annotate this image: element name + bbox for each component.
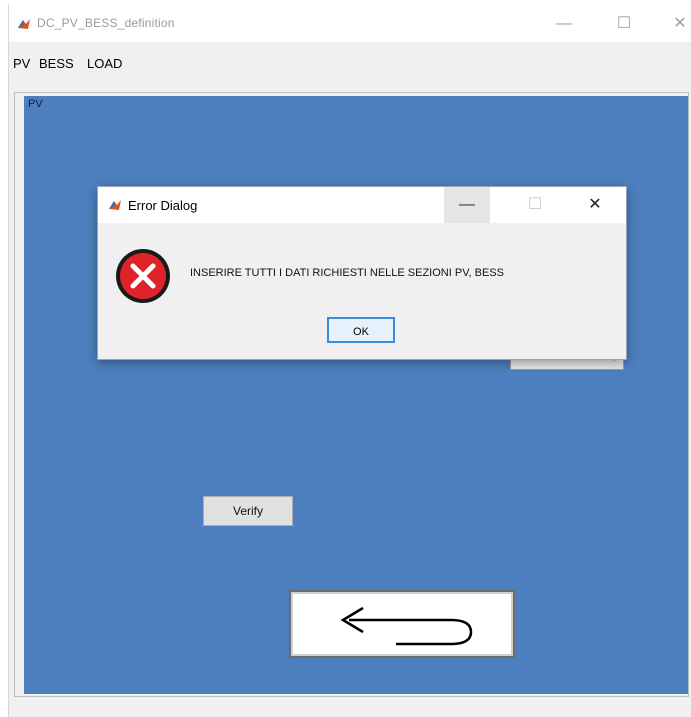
tab-pv[interactable]: PV <box>13 56 31 71</box>
dialog-message: INSERIRE TUTTI I DATI RICHIESTI NELLE SE… <box>190 267 504 279</box>
dialog-title: Error Dialog <box>128 198 198 213</box>
verify-button[interactable]: Verify <box>203 496 293 526</box>
matlab-icon <box>109 200 121 210</box>
matlab-icon <box>17 17 31 31</box>
return-arrow-icon <box>340 606 473 646</box>
dialog-maximize-button[interactable]: ☐ <box>512 187 558 223</box>
close-button[interactable]: ✕ <box>665 12 691 36</box>
tab-load[interactable]: LOAD <box>87 56 122 71</box>
dialog-titlebar[interactable]: Error Dialog — ☐ ✕ <box>98 187 626 223</box>
panel-title: PV <box>28 98 43 110</box>
error-dialog: Error Dialog — ☐ ✕ INSERIRE TUTTI I DATI… <box>97 186 627 360</box>
back-button[interactable] <box>289 590 515 658</box>
tab-bess[interactable]: BESS <box>39 56 74 71</box>
dialog-close-button[interactable]: ✕ <box>572 187 618 223</box>
maximize-button[interactable]: ☐ <box>609 12 639 36</box>
minimize-button[interactable]: — <box>549 12 579 36</box>
window-titlebar[interactable]: DC_PV_BESS_definition — ☐ ✕ <box>9 4 691 42</box>
error-icon <box>116 249 170 303</box>
window-title: DC_PV_BESS_definition <box>37 16 175 30</box>
dialog-minimize-button[interactable]: — <box>444 187 490 223</box>
tab-bar: PV BESS LOAD <box>9 42 691 82</box>
ok-button[interactable]: OK <box>327 317 395 343</box>
